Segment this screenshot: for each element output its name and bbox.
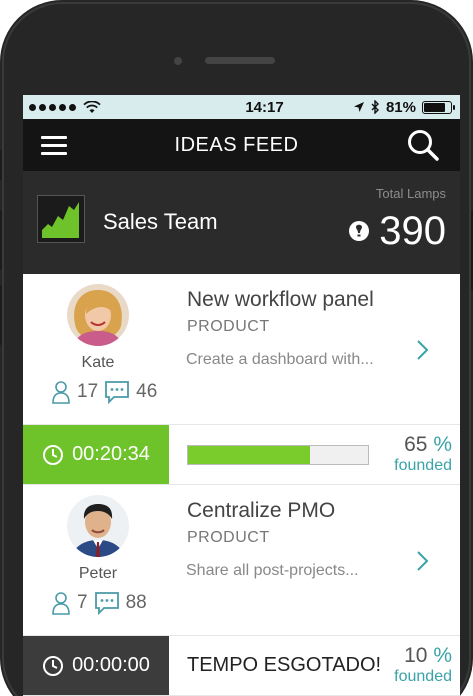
funding-status: TEMPO ESGOTADO! xyxy=(169,636,386,695)
phone-frame: 14:17 81% IDEAS FEED Sales Team Total La… xyxy=(0,0,473,696)
avatar[interactable] xyxy=(67,284,129,346)
comments-count: 88 xyxy=(125,592,147,613)
status-bar: 14:17 81% xyxy=(23,95,460,119)
team-logo-icon[interactable] xyxy=(37,195,85,243)
author-name: Peter xyxy=(78,565,118,582)
user-icon xyxy=(52,381,70,404)
founded-label: founded xyxy=(394,457,452,474)
idea-stats: 17 46 xyxy=(51,380,157,404)
comment-icon xyxy=(105,381,130,404)
signal-dot xyxy=(69,103,76,111)
total-lamps-label: Total Lamps xyxy=(375,186,446,201)
idea-stats: 7 88 xyxy=(51,591,147,615)
team-summary-bar: Sales Team Total Lamps 390 xyxy=(23,171,460,274)
avatar[interactable] xyxy=(67,495,129,557)
battery-icon xyxy=(422,100,455,114)
author-name: Kate xyxy=(81,354,115,371)
timer-value: 00:00:00 xyxy=(72,654,150,676)
signal-and-wifi xyxy=(29,100,189,114)
chevron-right-icon[interactable] xyxy=(416,550,430,572)
wifi-icon xyxy=(83,100,101,113)
chevron-right-icon[interactable] xyxy=(416,339,430,361)
total-lamps-value: 390 xyxy=(379,209,446,253)
user-icon xyxy=(52,592,70,615)
signal-dot xyxy=(39,103,46,111)
signal-dot xyxy=(49,103,56,111)
total-lamps: 390 xyxy=(347,209,446,254)
comment-icon xyxy=(94,592,119,615)
signal-dot xyxy=(29,103,36,111)
timer-value: 00:20:34 xyxy=(72,443,150,465)
mute-switch xyxy=(0,150,2,180)
followers-count: 17 xyxy=(77,381,99,402)
status-time: 14:17 xyxy=(245,98,284,116)
lamp-icon xyxy=(349,220,370,241)
idea-card[interactable]: Kate 17 46 New workflow panel PRODUCT Cr… xyxy=(23,274,460,485)
battery-level xyxy=(424,102,446,112)
idea-description: Share all post-projects... xyxy=(186,562,359,579)
idea-progress-row: 00:00:00 TEMPO ESGOTADO! 10 % founded xyxy=(23,635,460,695)
idea-category: PRODUCT xyxy=(187,529,270,546)
battery-percent: 81% xyxy=(385,98,416,116)
top-navigation-bar: IDEAS FEED xyxy=(23,119,460,171)
founded-label: founded xyxy=(394,668,452,685)
idea-card[interactable]: Peter 7 88 Centralize PMO PRODUCT Share … xyxy=(23,485,460,696)
idea-title[interactable]: New workflow panel xyxy=(187,288,374,312)
time-expired-message: TEMPO ESGOTADO! xyxy=(187,654,382,676)
idea-card-body[interactable]: Peter 7 88 Centralize PMO PRODUCT Share … xyxy=(23,485,460,635)
page-title: IDEAS FEED xyxy=(174,133,299,156)
status-right: 81% xyxy=(332,98,455,116)
idea-category: PRODUCT xyxy=(187,318,270,335)
percent-sign: % xyxy=(433,433,452,456)
funding-percent: 10 % founded xyxy=(386,636,460,695)
volume-down-button xyxy=(0,285,2,345)
funding-progress xyxy=(169,425,386,484)
countdown-timer: 00:20:34 xyxy=(23,425,169,484)
volume-up-button xyxy=(0,210,2,270)
funding-percent: 65 % founded xyxy=(386,425,460,484)
progress-bar xyxy=(187,444,369,465)
progress-bar-fill xyxy=(188,445,311,464)
signal-dot xyxy=(59,103,66,111)
clock-icon xyxy=(43,655,64,676)
clock-icon xyxy=(43,444,64,465)
location-arrow-icon xyxy=(353,102,364,112)
bluetooth-icon xyxy=(371,100,379,114)
comments-count: 46 xyxy=(136,381,158,402)
idea-card-body[interactable]: Kate 17 46 New workflow panel PRODUCT Cr… xyxy=(23,274,460,424)
percent-value: 10 xyxy=(404,644,428,667)
search-icon[interactable] xyxy=(406,128,440,162)
earpiece-speaker xyxy=(205,57,275,64)
idea-progress-row: 00:20:34 65 % founded xyxy=(23,424,460,484)
percent-value: 65 xyxy=(404,433,428,456)
idea-title[interactable]: Centralize PMO xyxy=(187,499,335,523)
front-camera xyxy=(174,57,182,65)
countdown-timer: 00:00:00 xyxy=(23,636,169,695)
team-name[interactable]: Sales Team xyxy=(103,209,218,235)
idea-description: Create a dashboard with... xyxy=(186,351,374,368)
followers-count: 7 xyxy=(77,592,88,613)
menu-icon[interactable] xyxy=(41,131,67,160)
percent-sign: % xyxy=(433,644,452,667)
app-screen: 14:17 81% IDEAS FEED Sales Team Total La… xyxy=(23,95,460,696)
